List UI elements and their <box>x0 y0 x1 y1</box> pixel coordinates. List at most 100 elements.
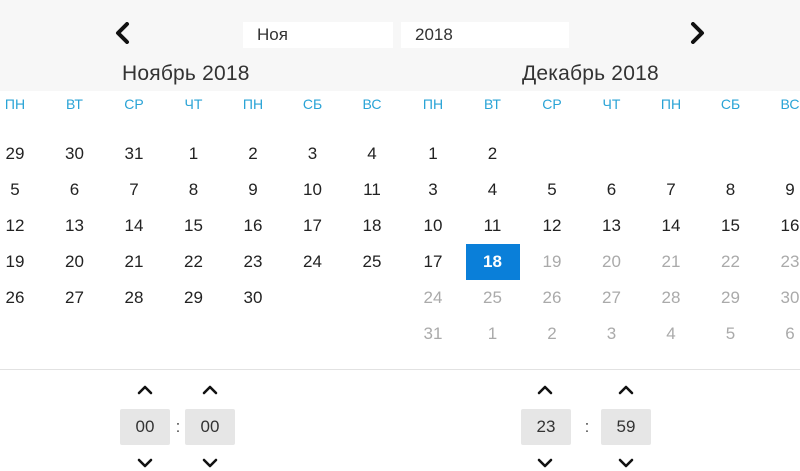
day-cell[interactable]: 26 <box>525 280 579 316</box>
day-cell[interactable]: 19 <box>525 244 579 280</box>
day-cell[interactable]: 27 <box>585 280 639 316</box>
chevron-left-icon <box>116 22 129 44</box>
day-cell[interactable]: 30 <box>226 280 280 316</box>
day-cell[interactable]: 29 <box>0 136 42 172</box>
end-hours-down-button[interactable] <box>533 455 557 471</box>
day-cell[interactable]: 4 <box>644 316 698 352</box>
day-cell[interactable]: 21 <box>107 244 161 280</box>
day-cell[interactable]: 30 <box>48 136 102 172</box>
day-cell[interactable]: 10 <box>406 208 460 244</box>
day-cell[interactable]: 2 <box>525 316 579 352</box>
start-hours-down-button[interactable] <box>133 455 157 471</box>
year-select[interactable]: 2018 <box>401 22 569 48</box>
weekday-label: ПН <box>4 96 26 112</box>
day-cell[interactable]: 29 <box>167 280 221 316</box>
day-cell[interactable]: 6 <box>585 172 639 208</box>
chevron-right-icon <box>691 22 704 44</box>
day-cell[interactable]: 27 <box>48 280 102 316</box>
day-cell[interactable]: 31 <box>107 136 161 172</box>
day-cell[interactable]: 22 <box>704 244 758 280</box>
day-cell[interactable]: 8 <box>704 172 758 208</box>
day-cell[interactable]: 6 <box>48 172 102 208</box>
day-cell[interactable]: 2 <box>466 136 520 172</box>
end-minutes-down-button[interactable] <box>614 455 638 471</box>
day-cell[interactable]: 26 <box>0 280 42 316</box>
weekday-label: СР <box>124 96 144 112</box>
day-cell[interactable]: 4 <box>345 136 399 172</box>
day-cell[interactable]: 12 <box>525 208 579 244</box>
day-cell[interactable]: 1 <box>167 136 221 172</box>
day-cell[interactable]: 5 <box>0 172 42 208</box>
weekday-label: СР <box>542 96 562 112</box>
start-minutes-field[interactable]: 00 <box>185 409 235 445</box>
day-cell[interactable]: 6 <box>763 316 800 352</box>
day-cell[interactable]: 15 <box>167 208 221 244</box>
day-cell[interactable]: 2 <box>226 136 280 172</box>
end-minutes-field[interactable]: 59 <box>601 409 651 445</box>
day-cell[interactable]: 18 <box>345 208 399 244</box>
chevron-up-icon <box>137 385 153 395</box>
day-cell[interactable]: 17 <box>286 208 340 244</box>
day-cell[interactable]: 5 <box>525 172 579 208</box>
weekday-label: ПН <box>422 96 444 112</box>
day-cell[interactable]: 14 <box>644 208 698 244</box>
weekday-label: ПН <box>242 96 264 112</box>
day-cell[interactable]: 3 <box>406 172 460 208</box>
day-cell[interactable]: 9 <box>226 172 280 208</box>
day-cell[interactable]: 24 <box>406 280 460 316</box>
day-cell[interactable]: 28 <box>107 280 161 316</box>
day-cell[interactable]: 16 <box>226 208 280 244</box>
chevron-down-icon <box>137 458 153 468</box>
day-cell[interactable]: 23 <box>226 244 280 280</box>
day-cell[interactable]: 12 <box>0 208 42 244</box>
day-cell[interactable]: 25 <box>345 244 399 280</box>
day-cell[interactable]: 1 <box>466 316 520 352</box>
start-hours-field[interactable]: 00 <box>120 409 170 445</box>
day-cell[interactable]: 13 <box>585 208 639 244</box>
start-minutes-up-button[interactable] <box>198 382 222 398</box>
day-cell[interactable]: 15 <box>704 208 758 244</box>
day-cell[interactable]: 16 <box>763 208 800 244</box>
day-cell[interactable]: 7 <box>644 172 698 208</box>
day-cell[interactable]: 10 <box>286 172 340 208</box>
day-cell[interactable]: 3 <box>585 316 639 352</box>
end-minutes-up-button[interactable] <box>614 382 638 398</box>
day-cell[interactable]: 22 <box>167 244 221 280</box>
day-cell[interactable]: 13 <box>48 208 102 244</box>
day-cell[interactable]: 8 <box>167 172 221 208</box>
day-cell[interactable]: 7 <box>107 172 161 208</box>
left-month-title: Ноябрь 2018 <box>122 62 250 85</box>
day-cell[interactable]: 28 <box>644 280 698 316</box>
day-cell[interactable]: 4 <box>466 172 520 208</box>
prev-month-button[interactable] <box>108 18 136 48</box>
start-minutes-down-button[interactable] <box>198 455 222 471</box>
day-cell[interactable]: 20 <box>48 244 102 280</box>
day-cell[interactable]: 31 <box>406 316 460 352</box>
day-cell[interactable]: 20 <box>585 244 639 280</box>
next-month-button[interactable] <box>684 18 712 48</box>
day-cell-selected[interactable]: 18 <box>465 244 520 280</box>
day-cell[interactable]: 23 <box>763 244 800 280</box>
day-cell[interactable]: 21 <box>644 244 698 280</box>
chevron-down-icon <box>202 458 218 468</box>
day-cell[interactable]: 5 <box>704 316 758 352</box>
end-hours-up-button[interactable] <box>533 382 557 398</box>
day-cell[interactable]: 3 <box>286 136 340 172</box>
day-cell[interactable]: 24 <box>286 244 340 280</box>
day-cell[interactable]: 30 <box>763 280 800 316</box>
day-cell[interactable]: 29 <box>704 280 758 316</box>
day-cell[interactable]: 11 <box>345 172 399 208</box>
weekday-label: ЧТ <box>184 96 203 112</box>
chevron-up-icon <box>537 385 553 395</box>
day-cell[interactable]: 11 <box>466 208 520 244</box>
day-cell[interactable]: 14 <box>107 208 161 244</box>
weekday-label: ЧТ <box>602 96 621 112</box>
day-cell[interactable]: 9 <box>763 172 800 208</box>
day-cell[interactable]: 19 <box>0 244 42 280</box>
day-cell[interactable]: 1 <box>406 136 460 172</box>
month-select[interactable]: Ноя <box>243 22 393 48</box>
end-hours-field[interactable]: 23 <box>521 409 571 445</box>
day-cell[interactable]: 25 <box>466 280 520 316</box>
day-cell[interactable]: 17 <box>406 244 460 280</box>
start-hours-up-button[interactable] <box>133 382 157 398</box>
